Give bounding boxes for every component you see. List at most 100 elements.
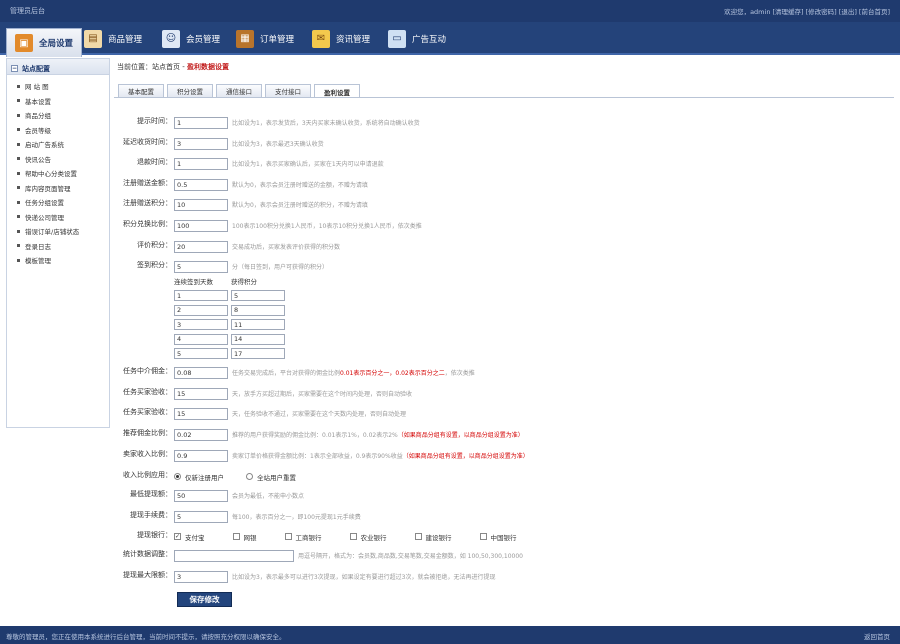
hint-text: 比如设为3，表示最多可以进行3次提现，如果设定有要进行超过3次，就会被拒绝，无法… <box>232 574 496 581</box>
breadcrumb: 当前位置：站点首页 - 盈利数据设置 <box>114 58 894 74</box>
nav-label: 全局设置 <box>39 39 74 49</box>
checkbox-icon[interactable] <box>284 533 292 540</box>
checkbox-icon[interactable]: ✓ <box>174 533 181 540</box>
nav-members[interactable]: ☺ 会员管理 <box>162 26 220 51</box>
text-input[interactable]: 3 <box>174 137 228 150</box>
sidebar-item[interactable]: 错误订单/店铺状态 <box>17 224 109 239</box>
text-input[interactable]: 50 <box>174 489 228 502</box>
table-cell-input[interactable]: 3 <box>174 319 228 330</box>
tab[interactable]: 盈利设置 <box>314 84 360 98</box>
form-row: 评价积分： 20 交易成功后，买家发表评价获得的积分数 <box>114 240 894 253</box>
radio-group: 仅新注册用户 全站用户重置 <box>174 472 318 482</box>
table-cell-input[interactable]: 5 <box>174 348 228 359</box>
sidebar-item[interactable]: 启动广告系统 <box>17 137 109 152</box>
field-hint: 比如设为1，表示发货后，3天内买家未确认收货，系统将自动确认收货 <box>232 118 420 127</box>
table-cell-input[interactable]: 17 <box>231 348 285 359</box>
footer-home-link[interactable]: 返回首页 <box>864 631 890 641</box>
checkbox-label: 中国银行 <box>490 533 517 542</box>
bank-checkbox[interactable]: 工商银行 <box>284 532 322 542</box>
table-cell-input[interactable]: 2 <box>174 304 228 316</box>
radio-option[interactable]: 仅新注册用户 <box>174 472 224 482</box>
tab[interactable]: 基本配置 <box>118 84 164 97</box>
sidebar-header[interactable]: − 站点配置 <box>7 59 109 75</box>
field-label: 任务买家验收： <box>123 388 172 396</box>
table-cell-input[interactable]: 14 <box>231 333 285 345</box>
sidebar-item[interactable]: 帮助中心分类设置 <box>17 166 109 181</box>
bullet-icon <box>17 142 20 146</box>
withdraw-banks-row: 提现银行： ✓ 支付宝 网银 工商银行 农业银行 建设银行 中国银行 <box>114 530 894 543</box>
bank-checkbox[interactable]: 中国银行 <box>479 532 517 542</box>
collapse-icon[interactable]: − <box>11 65 18 72</box>
nav-label: 广告互动 <box>412 34 447 45</box>
text-input[interactable]: 0.9 <box>174 449 228 462</box>
text-input[interactable]: 15 <box>174 407 228 420</box>
sidebar-item[interactable]: 商品分组 <box>17 108 109 123</box>
text-input[interactable]: 20 <box>174 240 228 253</box>
save-button[interactable]: 保存修改 <box>177 592 232 607</box>
text-input[interactable]: 1 <box>174 157 228 170</box>
checkbox-icon[interactable] <box>232 533 240 540</box>
table-cell-input[interactable]: 5 <box>231 290 285 301</box>
label-box: 提示时间： <box>114 116 172 129</box>
text-input[interactable]: 5 <box>174 510 228 523</box>
label-box: 最低提现额： <box>114 489 172 502</box>
tab-divider <box>114 97 894 98</box>
checkbox-label: 工商银行 <box>295 533 322 542</box>
field-label: 推荐佣金比例： <box>123 429 172 437</box>
field-hint: 100表示100积分兑换1人民币，10表示10积分兑换1人民币，依次类推 <box>232 221 422 230</box>
sidebar-item[interactable]: 快递公司管理 <box>17 210 109 225</box>
radio-option[interactable]: 全站用户重置 <box>246 472 296 482</box>
label-box: 注册赠送积分： <box>114 198 172 211</box>
tab[interactable]: 积分设置 <box>167 84 213 97</box>
text-input[interactable]: 0.08 <box>174 366 228 379</box>
table-cell-input[interactable]: 11 <box>231 319 285 330</box>
field-hint: 天，放手方买超过期后，买家需要在这个时间内处理，否则自动验收 <box>232 389 412 398</box>
table-cell-input[interactable]: 1 <box>174 290 228 301</box>
sidebar-item[interactable]: 网 站 图 <box>17 79 109 94</box>
radio-label: 全站用户重置 <box>257 473 296 482</box>
text-input[interactable]: 3 <box>174 570 228 583</box>
table-cell-input[interactable]: 8 <box>231 304 285 316</box>
text-input[interactable]: 5 <box>174 260 228 273</box>
sidebar-item[interactable]: 快讯公告 <box>17 152 109 167</box>
text-input[interactable]: 10 <box>174 198 228 211</box>
sidebar-item[interactable]: 库内容页面管理 <box>17 181 109 196</box>
checkbox-icon[interactable] <box>479 533 487 540</box>
text-input[interactable]: 15 <box>174 387 228 400</box>
checkbox-icon[interactable] <box>414 533 422 540</box>
nav-ads[interactable]: ▭ 广告互动 <box>388 26 446 51</box>
nav-global-settings[interactable]: ▣ 全局设置 <box>6 28 83 57</box>
nav-label: 订单管理 <box>260 34 295 45</box>
text-input[interactable]: 0.02 <box>174 428 228 441</box>
header-links[interactable]: 欢迎您，admin [清理缓存] [修改密码] [退出] [前台首页] <box>724 6 890 16</box>
tab[interactable]: 支付接口 <box>265 84 311 97</box>
sidebar-item-label: 快递公司管理 <box>25 213 64 222</box>
radio-icon[interactable] <box>174 473 181 480</box>
sidebar-item[interactable]: 任务分组设置 <box>17 195 109 210</box>
stats-input[interactable] <box>174 549 294 562</box>
bank-checkbox[interactable]: 农业银行 <box>349 532 387 542</box>
table-cell-input[interactable]: 4 <box>174 333 228 345</box>
field-hint: 比如设为3，表示最迟3天确认收货 <box>232 139 324 148</box>
hint-text: 天，任务验收不通过，买家需要在这个天数内处理，否则自动处理 <box>232 411 407 418</box>
text-input[interactable]: 100 <box>174 219 228 232</box>
nav-news[interactable]: ✉ 资讯管理 <box>312 26 370 51</box>
form-row: 任务中介佣金： 0.08 任务交易完成后，平台对获得的佣金比例0.01表示百分之一，… <box>114 366 894 379</box>
checkbox-icon[interactable] <box>349 533 357 540</box>
text-input[interactable]: 1 <box>174 116 228 129</box>
bank-checkbox[interactable]: ✓ 支付宝 <box>174 532 205 542</box>
breadcrumb-home[interactable]: 站点首页 <box>152 63 180 71</box>
field-label: 延迟收货时间： <box>123 138 172 146</box>
sidebar-list: 网 站 图基本设置 商品分组 会员等级 启动广告系统 快讯公告 帮助中心分类设置 库内容页面… <box>7 75 109 268</box>
bank-checkbox[interactable]: 网银 <box>232 532 257 542</box>
sidebar-item[interactable]: 会员等级 <box>17 123 109 138</box>
sidebar-item[interactable]: 基本设置 <box>17 94 109 109</box>
nav-orders[interactable]: ▦ 订单管理 <box>236 26 294 51</box>
text-input[interactable]: 0.5 <box>174 178 228 191</box>
sidebar-item[interactable]: 登录日志 <box>17 239 109 254</box>
tab[interactable]: 通信接口 <box>216 84 262 97</box>
sidebar-item[interactable]: 模板管理 <box>17 253 109 268</box>
nav-goods[interactable]: ▤ 商品管理 <box>84 26 142 51</box>
bank-checkbox[interactable]: 建设银行 <box>414 532 452 542</box>
radio-icon[interactable] <box>246 473 253 480</box>
